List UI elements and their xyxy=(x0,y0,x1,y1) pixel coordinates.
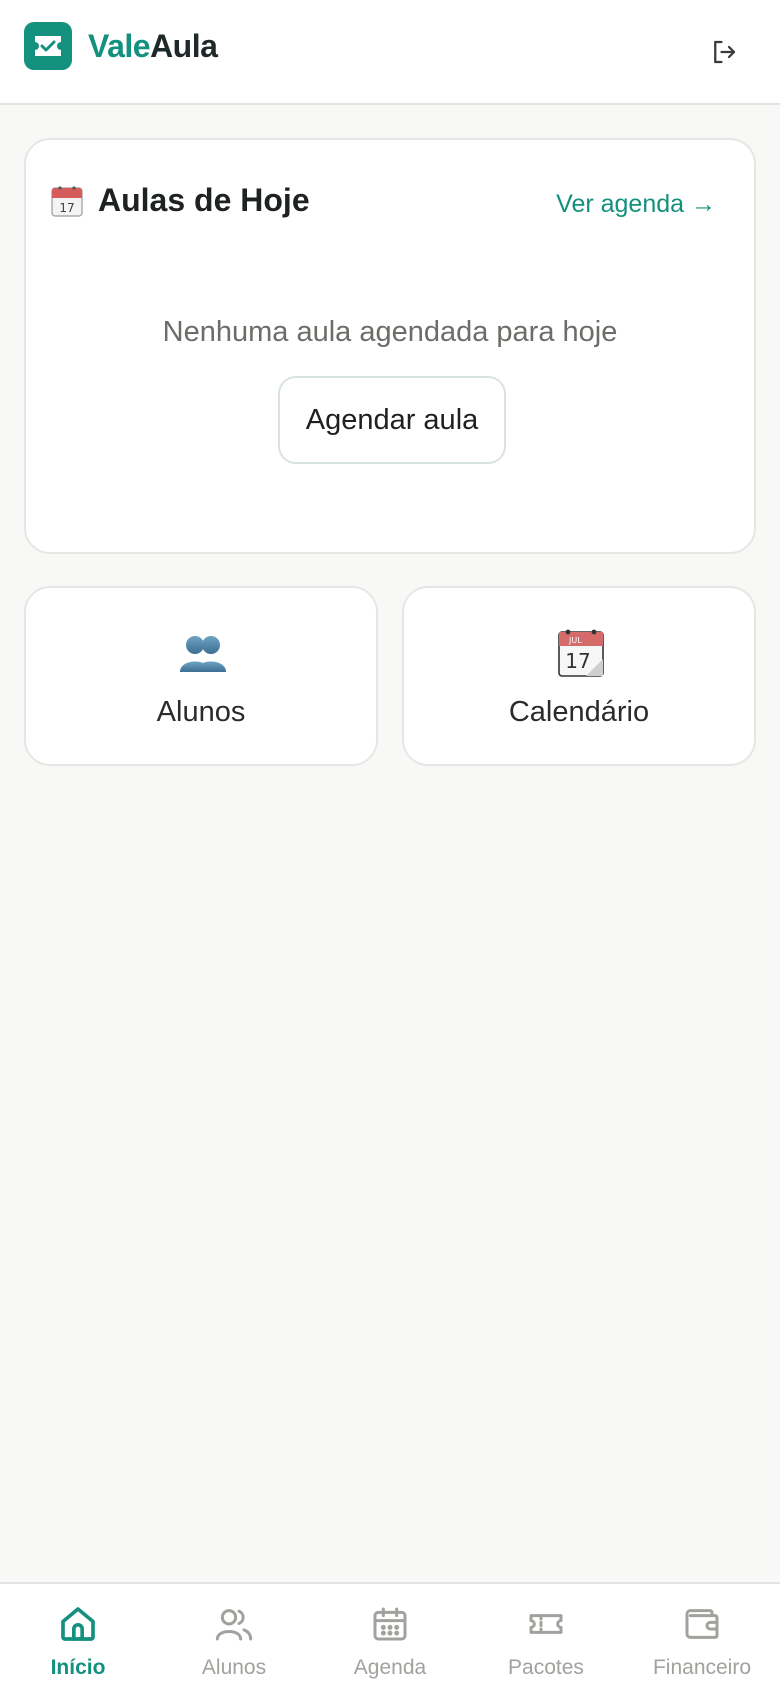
nav-item-students[interactable]: Alunos xyxy=(156,1584,312,1688)
logout-button[interactable] xyxy=(700,34,748,70)
tile-calendar[interactable]: JUL 17 Calendário xyxy=(402,586,756,766)
nav-item-label: Agenda xyxy=(353,1656,427,1679)
nav-item-packages[interactable]: Pacotes xyxy=(468,1584,624,1688)
schedule-class-button[interactable]: Agendar aula xyxy=(278,376,506,464)
home-icon xyxy=(61,1607,95,1641)
tile-calendar-label: Calendário xyxy=(508,696,650,728)
nav-item-label: Início xyxy=(50,1656,106,1679)
today-title-row: 17 Aulas de Hoje xyxy=(50,182,310,219)
empty-state-message: Nenhuma aula agendada para hoje xyxy=(162,316,618,348)
students-emoji-icon xyxy=(180,636,226,672)
today-classes-card: 17 Aulas de Hoje Ver agenda → Nenhuma au… xyxy=(24,138,756,554)
logout-icon xyxy=(714,40,736,64)
wallet-icon xyxy=(685,1609,719,1639)
bottom-nav: Início Alunos Agenda Pacotes Financeiro xyxy=(0,1582,780,1688)
today-title: Aulas de Hoje xyxy=(98,182,310,218)
calendar-emoji-icon: JUL 17 xyxy=(558,629,604,677)
svg-text:JUL: JUL xyxy=(568,636,582,645)
nav-item-label: Pacotes xyxy=(508,1656,584,1679)
nav-item-label: Financeiro xyxy=(652,1656,752,1679)
brand-name-part1: Vale xyxy=(88,27,151,64)
nav-item-finance[interactable]: Financeiro xyxy=(624,1584,780,1688)
nav-item-home[interactable]: Início xyxy=(0,1584,156,1688)
svg-text:17: 17 xyxy=(565,649,590,673)
calendar-emoji-icon: 17 xyxy=(51,185,83,217)
tile-students[interactable]: Alunos xyxy=(24,586,378,766)
nav-item-label: Alunos xyxy=(201,1656,267,1679)
tile-students-label: Alunos xyxy=(156,696,246,728)
brand-name: ValeAula xyxy=(88,27,218,65)
ticket-check-icon xyxy=(24,22,72,70)
brand[interactable]: ValeAula xyxy=(24,22,218,70)
see-agenda-link[interactable]: Ver agenda → xyxy=(556,190,716,219)
svg-text:17: 17 xyxy=(59,201,74,215)
app-header: ValeAula xyxy=(0,0,780,105)
users-icon xyxy=(215,1609,253,1641)
calendar-icon xyxy=(373,1607,407,1641)
nav-item-agenda[interactable]: Agenda xyxy=(312,1584,468,1688)
brand-name-part2: Aula xyxy=(150,27,218,64)
ticket-icon xyxy=(529,1614,563,1634)
